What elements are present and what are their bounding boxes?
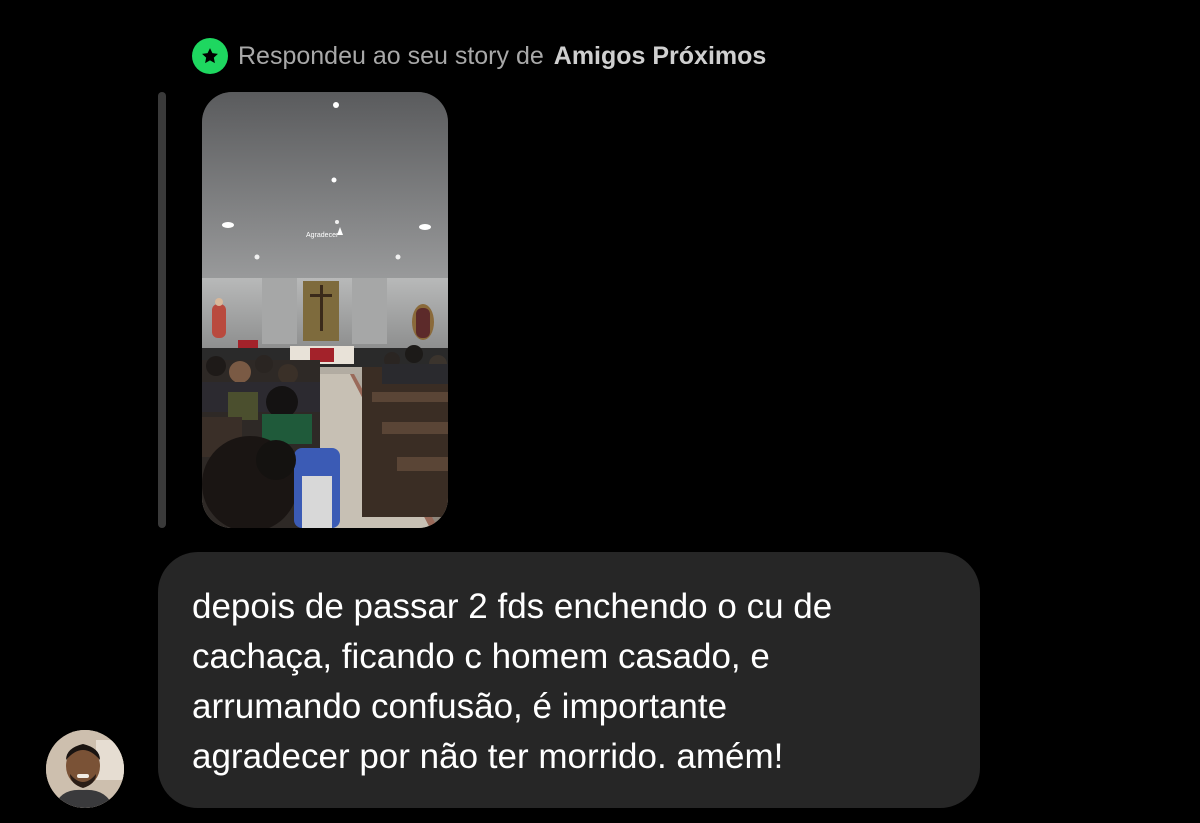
reply-header-prefix: Respondeu ao seu story de xyxy=(238,41,544,70)
message-text: depois de passar 2 fds enchendo o cu de … xyxy=(192,587,833,776)
reply-quote-bar xyxy=(158,92,166,528)
user-avatar-icon xyxy=(46,730,124,808)
story-reply-header: Respondeu ao seu story de Amigos Próximo… xyxy=(192,38,766,74)
story-overlay-text: Agradecer xyxy=(306,232,339,239)
church-interior-image: Agradecer xyxy=(202,92,448,528)
sender-avatar[interactable] xyxy=(46,730,124,808)
close-friends-list-name[interactable]: Amigos Próximos xyxy=(554,42,767,71)
message-bubble[interactable]: depois de passar 2 fds enchendo o cu de … xyxy=(158,552,980,808)
story-preview-thumbnail[interactable]: Agradecer xyxy=(202,92,448,528)
close-friends-star-icon xyxy=(192,38,228,74)
